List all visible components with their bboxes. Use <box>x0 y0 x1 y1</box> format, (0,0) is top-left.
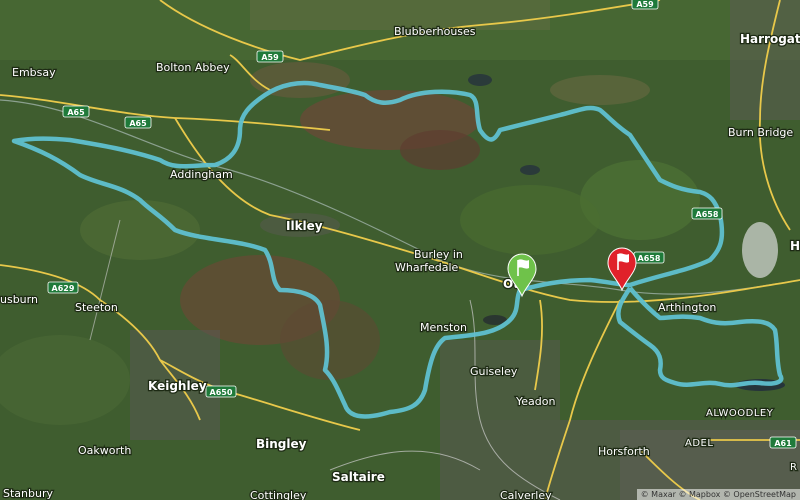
map-view[interactable]: A59 A59 A65 A65 A629 A650 A658 A658 A61 … <box>0 0 800 500</box>
place-burn-bridge: Burn Bridge <box>728 126 793 139</box>
place-harrogate: Harrogat <box>740 32 800 46</box>
road-shield-a59-top: A59 <box>631 0 659 10</box>
place-adel: ADEL <box>685 438 713 449</box>
place-stanbury: Stanbury <box>3 487 53 500</box>
place-bingley: Bingley <box>256 437 307 451</box>
road-label-a61: A61 <box>774 439 792 448</box>
road-label-a59-mid: A59 <box>261 53 279 62</box>
place-menston: Menston <box>420 321 467 334</box>
place-edge-h: H <box>790 239 800 253</box>
place-horsforth: Horsforth <box>598 445 650 458</box>
road-label-a629: A629 <box>52 284 75 293</box>
road-label-a650: A650 <box>210 388 233 397</box>
place-addingham: Addingham <box>170 168 233 181</box>
road-shield-a629: A629 <box>47 281 79 294</box>
place-oakworth: Oakworth <box>78 444 131 457</box>
place-arthington: Arthington <box>658 301 716 314</box>
place-burley-line2: Wharfedale <box>395 261 459 274</box>
place-cowling-partial: usburn <box>0 293 38 306</box>
place-burley-line1: Burley in <box>414 248 463 261</box>
place-edge-r: R <box>790 462 797 473</box>
road-shield-a59-mid: A59 <box>256 50 284 63</box>
road-label-a65-right: A65 <box>129 119 147 128</box>
place-cottingley: Cottingley <box>250 489 307 500</box>
place-saltaire: Saltaire <box>332 470 385 484</box>
road-shield-a650: A650 <box>205 385 237 398</box>
place-guiseley: Guiseley <box>470 365 518 378</box>
map-canvas[interactable]: A59 A59 A65 A65 A629 A650 A658 A658 A61 … <box>0 0 800 500</box>
place-yeadon: Yeadon <box>515 395 555 408</box>
place-steeton: Steeton <box>75 301 118 314</box>
road-label-a65-left: A65 <box>67 108 85 117</box>
road-label-a59-top: A59 <box>636 0 654 9</box>
road-label-a658-lower: A658 <box>638 254 661 263</box>
road-label-a658-upper: A658 <box>696 210 719 219</box>
place-blubberhouses: Blubberhouses <box>394 25 476 38</box>
place-calverley: Calverley <box>500 489 552 500</box>
road-shield-a61: A61 <box>769 436 797 449</box>
map-attribution[interactable]: © Maxar © Mapbox © OpenStreetMap <box>636 489 800 500</box>
road-shield-a65-right: A65 <box>124 116 152 129</box>
place-alwoodley: ALWOODLEY <box>706 408 774 419</box>
road-shield-a658-lower: A658 <box>633 251 665 264</box>
place-embsay: Embsay <box>12 66 56 79</box>
place-bolton-abbey: Bolton Abbey <box>156 61 230 74</box>
road-shield-a65-left: A65 <box>62 105 90 118</box>
place-ilkley: Ilkley <box>286 219 323 233</box>
place-keighley: Keighley <box>148 379 207 393</box>
road-shield-a658-upper: A658 <box>691 207 723 220</box>
